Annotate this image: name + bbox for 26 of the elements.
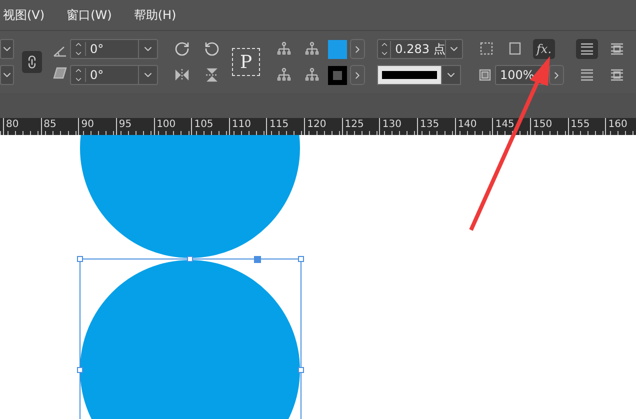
opacity-icon[interactable] [477, 67, 493, 83]
stroke-type-field[interactable] [377, 65, 461, 85]
shear-field[interactable]: 0° [70, 65, 158, 85]
dropdown-field[interactable] [0, 39, 14, 59]
fill-menu-button[interactable] [350, 39, 365, 59]
effects-button[interactable]: fx. [533, 39, 555, 59]
stroke-weight-field[interactable]: 0.283 点 [377, 39, 463, 59]
stroke-menu-button[interactable] [350, 65, 365, 85]
stroke-line-preview [382, 71, 437, 79]
fill-swatch[interactable] [328, 40, 347, 58]
chevron-up-icon[interactable] [380, 40, 389, 49]
stroke-swatch[interactable] [328, 66, 347, 84]
reference-point-frame[interactable]: P [232, 48, 260, 76]
menu-item[interactable]: 帮助(H) [134, 6, 176, 24]
link-button[interactable] [22, 51, 42, 73]
chevron-down-icon[interactable] [380, 49, 389, 58]
stroke-inner-square [333, 70, 342, 80]
menu-item[interactable]: 窗口(W) [66, 6, 112, 24]
rotation-field[interactable]: 0° [70, 39, 158, 59]
shear-icon[interactable] [52, 65, 68, 81]
menu-item[interactable]: 视图(V) [3, 6, 45, 24]
chevron-down-icon[interactable] [74, 75, 82, 84]
chevron-up-icon[interactable] [74, 40, 82, 49]
chevron-down-icon[interactable] [74, 49, 82, 58]
chevron-up-icon[interactable] [74, 66, 82, 75]
dropdown-field[interactable] [0, 65, 14, 85]
